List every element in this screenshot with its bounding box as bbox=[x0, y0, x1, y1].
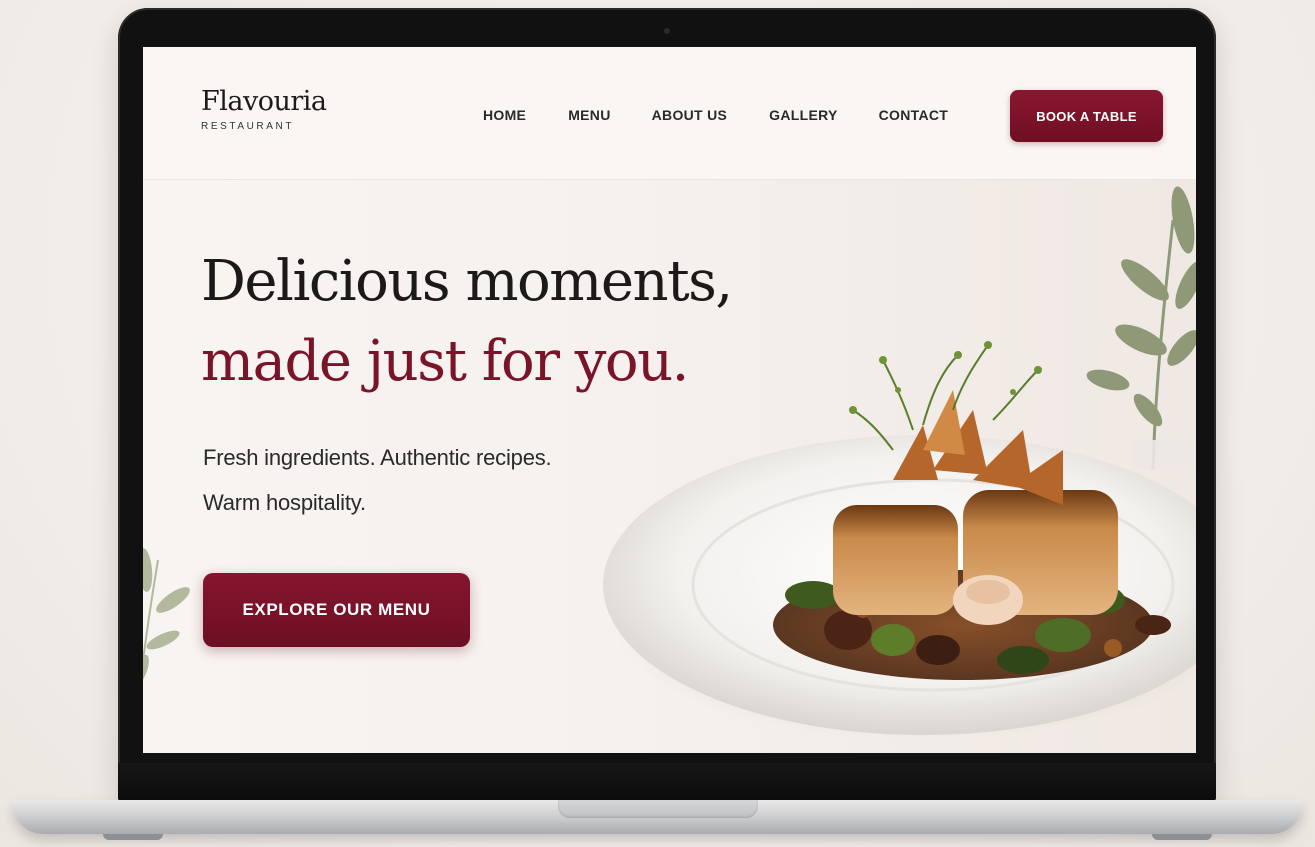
hero-tagline-line-1: Fresh ingredients. Authentic recipes. bbox=[203, 445, 552, 470]
nav-link-gallery[interactable]: GALLERY bbox=[769, 107, 837, 123]
hero-tagline: Fresh ingredients. Authentic recipes. Wa… bbox=[203, 435, 552, 525]
nav-link-about-us[interactable]: ABOUT US bbox=[652, 107, 728, 123]
explore-menu-button[interactable]: EXPLORE OUR MENU bbox=[203, 573, 470, 647]
nav-link-contact[interactable]: CONTACT bbox=[879, 107, 949, 123]
hero-section: Delicious moments, made just for you. Fr… bbox=[143, 180, 1196, 753]
laptop-screen: Flavouria RESTAURANT HOME MENU ABOUT US … bbox=[143, 47, 1196, 753]
site-header: Flavouria RESTAURANT HOME MENU ABOUT US … bbox=[143, 47, 1196, 180]
hero-dish-image bbox=[603, 341, 1196, 740]
nav-link-menu[interactable]: MENU bbox=[568, 107, 610, 123]
nav-link-home[interactable]: HOME bbox=[483, 107, 526, 123]
webcam-icon bbox=[664, 28, 670, 34]
laptop-bottom-bezel bbox=[118, 763, 1216, 803]
laptop-base bbox=[13, 800, 1302, 840]
book-a-table-button[interactable]: BOOK A TABLE bbox=[1010, 90, 1163, 142]
laptop-foot-right bbox=[1152, 834, 1212, 840]
hero-headline-line-1: Delicious moments, bbox=[201, 249, 733, 314]
brand-subtitle: RESTAURANT bbox=[201, 121, 295, 132]
brand-name: Flavouria bbox=[201, 86, 327, 117]
laptop-foot-left bbox=[103, 834, 163, 840]
laptop-mockup-scene: Flavouria RESTAURANT HOME MENU ABOUT US … bbox=[0, 0, 1315, 847]
laptop-hinge-notch bbox=[557, 800, 758, 818]
plant-sprig-icon bbox=[143, 548, 190, 686]
main-nav: HOME MENU ABOUT US GALLERY CONTACT bbox=[483, 107, 948, 123]
brand-logo[interactable]: Flavouria RESTAURANT bbox=[201, 86, 327, 133]
hero-tagline-line-2: Warm hospitality. bbox=[203, 490, 366, 515]
